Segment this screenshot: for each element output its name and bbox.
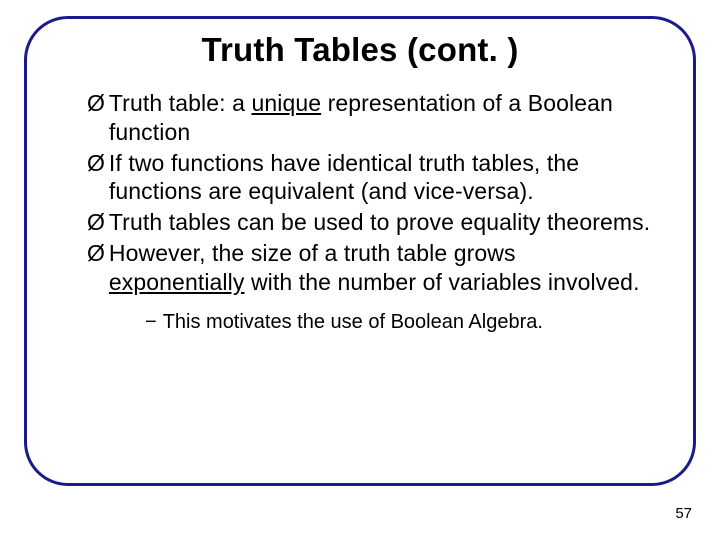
chevron-right-icon: Ø	[87, 89, 105, 118]
bullet-item: Ø Truth table: a unique representation o…	[87, 89, 653, 147]
sub-bullet-text: This motivates the use of Boolean Algebr…	[163, 310, 543, 335]
bullet-item: Ø Truth tables can be used to prove equa…	[87, 208, 653, 237]
slide-title: Truth Tables (cont. )	[67, 31, 653, 69]
bullet-item: Ø If two functions have identical truth …	[87, 149, 653, 207]
sub-bullet-item: − This motivates the use of Boolean Alge…	[145, 310, 653, 335]
underlined-word: exponentially	[109, 269, 245, 295]
dash-icon: −	[145, 310, 157, 335]
bullet-item: Ø However, the size of a truth table gro…	[87, 239, 653, 297]
bullet-list: Ø Truth table: a unique representation o…	[67, 89, 653, 335]
bullet-text: If two functions have identical truth ta…	[109, 149, 653, 207]
bullet-text: However, the size of a truth table grows…	[109, 239, 653, 297]
bullet-text: Truth tables can be used to prove equali…	[109, 208, 650, 237]
slide-frame: Truth Tables (cont. ) Ø Truth table: a u…	[24, 16, 696, 486]
underlined-word: unique	[251, 90, 321, 116]
bullet-text: Truth table: a unique representation of …	[109, 89, 653, 147]
chevron-right-icon: Ø	[87, 239, 105, 268]
sub-bullet-list: − This motivates the use of Boolean Alge…	[87, 310, 653, 335]
chevron-right-icon: Ø	[87, 208, 105, 237]
page-number: 57	[675, 505, 692, 522]
chevron-right-icon: Ø	[87, 149, 105, 178]
